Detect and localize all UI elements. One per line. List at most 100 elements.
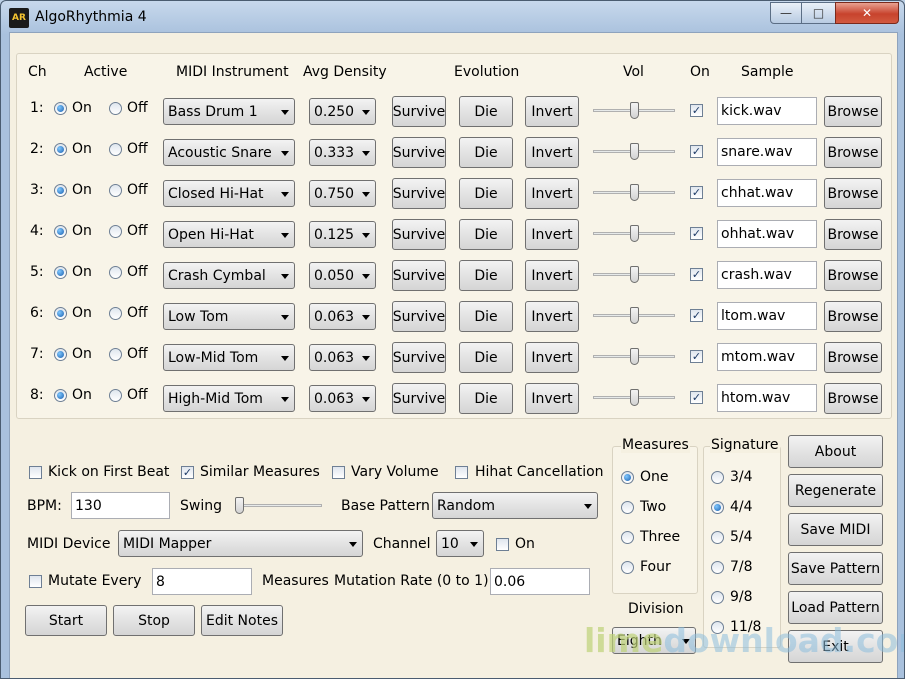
signature-option-label[interactable]: 9/8 bbox=[730, 589, 753, 605]
channel-density-select[interactable]: 0.063 bbox=[309, 303, 376, 330]
swing-thumb[interactable] bbox=[235, 497, 244, 514]
similar-measures-label[interactable]: Similar Measures bbox=[200, 464, 320, 480]
channel-density-select[interactable]: 0.250 bbox=[309, 98, 376, 125]
channel-browse-button[interactable]: Browse bbox=[824, 383, 882, 414]
mutate-every-checkbox[interactable] bbox=[29, 575, 42, 588]
channel-sample-input[interactable]: kick.wav bbox=[717, 97, 817, 125]
mutate-every-label[interactable]: Mutate Every bbox=[48, 573, 141, 589]
channel-active-on-label[interactable]: On bbox=[72, 100, 92, 116]
channel-active-off-label[interactable]: Off bbox=[127, 346, 148, 362]
channel-volume-slider[interactable] bbox=[593, 388, 675, 408]
channel-sample-input[interactable]: htom.wav bbox=[717, 384, 817, 412]
channel-density-select[interactable]: 0.333 bbox=[309, 139, 376, 166]
channel-active-on-radio[interactable] bbox=[54, 143, 67, 156]
channel-active-on-label[interactable]: On bbox=[72, 387, 92, 403]
channel-active-on-radio[interactable] bbox=[54, 184, 67, 197]
measures-option-label[interactable]: One bbox=[640, 469, 669, 485]
channel-browse-button[interactable]: Browse bbox=[824, 219, 882, 250]
regenerate-button[interactable]: Regenerate bbox=[788, 474, 883, 507]
channel-invert-button[interactable]: Invert bbox=[525, 178, 579, 209]
measures-option-label[interactable]: Three bbox=[640, 529, 680, 545]
channel-die-button[interactable]: Die bbox=[459, 301, 513, 332]
title-bar[interactable]: AR AlgoRhythmia 4 — □ ✕ bbox=[1, 1, 904, 33]
channel-active-off-radio[interactable] bbox=[109, 307, 122, 320]
channel-on-checkbox[interactable]: ✓ bbox=[690, 186, 703, 199]
channel-on-label[interactable]: On bbox=[515, 536, 535, 552]
vary-volume-checkbox[interactable] bbox=[332, 466, 345, 479]
similar-measures-checkbox[interactable]: ✓ bbox=[181, 466, 194, 479]
channel-die-button[interactable]: Die bbox=[459, 219, 513, 250]
measures-radio[interactable] bbox=[621, 471, 634, 484]
close-button[interactable]: ✕ bbox=[835, 2, 899, 24]
channel-active-off-radio[interactable] bbox=[109, 348, 122, 361]
volume-thumb[interactable] bbox=[630, 102, 639, 119]
channel-active-off-label[interactable]: Off bbox=[127, 141, 148, 157]
volume-thumb[interactable] bbox=[630, 143, 639, 160]
channel-die-button[interactable]: Die bbox=[459, 178, 513, 209]
channel-active-on-radio[interactable] bbox=[54, 307, 67, 320]
channel-sample-input[interactable]: ltom.wav bbox=[717, 302, 817, 330]
channel-survive-button[interactable]: Survive bbox=[392, 178, 446, 209]
bpm-input[interactable]: 130 bbox=[71, 492, 170, 519]
kick-first-beat-label[interactable]: Kick on First Beat bbox=[48, 464, 169, 480]
channel-active-on-radio[interactable] bbox=[54, 348, 67, 361]
channel-browse-button[interactable]: Browse bbox=[824, 342, 882, 373]
signature-radio[interactable] bbox=[711, 591, 724, 604]
channel-instrument-select[interactable]: Low Tom bbox=[163, 303, 295, 330]
channel-density-select[interactable]: 0.125 bbox=[309, 221, 376, 248]
channel-invert-button[interactable]: Invert bbox=[525, 260, 579, 291]
channel-on-checkbox[interactable]: ✓ bbox=[690, 227, 703, 240]
channel-invert-button[interactable]: Invert bbox=[525, 342, 579, 373]
channel-instrument-select[interactable]: Bass Drum 1 bbox=[163, 98, 295, 125]
channel-invert-button[interactable]: Invert bbox=[525, 219, 579, 250]
start-button[interactable]: Start bbox=[25, 605, 107, 636]
signature-option-label[interactable]: 4/4 bbox=[730, 499, 753, 515]
channel-on-checkbox[interactable]: ✓ bbox=[690, 391, 703, 404]
channel-on-checkbox[interactable]: ✓ bbox=[690, 309, 703, 322]
channel-on-checkbox[interactable]: ✓ bbox=[690, 350, 703, 363]
channel-volume-slider[interactable] bbox=[593, 101, 675, 121]
channel-active-on-label[interactable]: On bbox=[72, 223, 92, 239]
edit-notes-button[interactable]: Edit Notes bbox=[201, 605, 283, 636]
channel-browse-button[interactable]: Browse bbox=[824, 178, 882, 209]
channel-browse-button[interactable]: Browse bbox=[824, 96, 882, 127]
channel-active-off-radio[interactable] bbox=[109, 225, 122, 238]
channel-on-checkbox[interactable]: ✓ bbox=[690, 104, 703, 117]
vary-volume-label[interactable]: Vary Volume bbox=[351, 464, 439, 480]
channel-survive-button[interactable]: Survive bbox=[392, 383, 446, 414]
measures-radio[interactable] bbox=[621, 501, 634, 514]
channel-select[interactable]: 10 bbox=[436, 530, 484, 557]
volume-thumb[interactable] bbox=[630, 389, 639, 406]
volume-thumb[interactable] bbox=[630, 307, 639, 324]
measures-option-label[interactable]: Four bbox=[640, 559, 671, 575]
channel-active-off-label[interactable]: Off bbox=[127, 305, 148, 321]
channel-instrument-select[interactable]: Closed Hi-Hat bbox=[163, 180, 295, 207]
channel-die-button[interactable]: Die bbox=[459, 260, 513, 291]
channel-active-off-label[interactable]: Off bbox=[127, 100, 148, 116]
signature-radio[interactable] bbox=[711, 501, 724, 514]
channel-density-select[interactable]: 0.750 bbox=[309, 180, 376, 207]
channel-on-checkbox[interactable] bbox=[496, 538, 509, 551]
signature-option-label[interactable]: 3/4 bbox=[730, 469, 753, 485]
maximize-button[interactable]: □ bbox=[801, 2, 836, 24]
signature-radio[interactable] bbox=[711, 561, 724, 574]
channel-on-checkbox[interactable]: ✓ bbox=[690, 268, 703, 281]
channel-active-on-radio[interactable] bbox=[54, 389, 67, 402]
channel-sample-input[interactable]: snare.wav bbox=[717, 138, 817, 166]
channel-active-on-label[interactable]: On bbox=[72, 264, 92, 280]
volume-thumb[interactable] bbox=[630, 348, 639, 365]
signature-option-label[interactable]: 7/8 bbox=[730, 559, 753, 575]
channel-sample-input[interactable]: ohhat.wav bbox=[717, 220, 817, 248]
channel-survive-button[interactable]: Survive bbox=[392, 137, 446, 168]
channel-active-on-label[interactable]: On bbox=[72, 346, 92, 362]
channel-on-checkbox[interactable]: ✓ bbox=[690, 145, 703, 158]
channel-browse-button[interactable]: Browse bbox=[824, 260, 882, 291]
channel-active-on-radio[interactable] bbox=[54, 225, 67, 238]
channel-survive-button[interactable]: Survive bbox=[392, 96, 446, 127]
save-pattern-button[interactable]: Save Pattern bbox=[788, 552, 883, 585]
channel-density-select[interactable]: 0.050 bbox=[309, 262, 376, 289]
swing-slider[interactable] bbox=[235, 496, 322, 516]
channel-sample-input[interactable]: chhat.wav bbox=[717, 179, 817, 207]
mutate-every-input[interactable]: 8 bbox=[152, 568, 252, 595]
channel-volume-slider[interactable] bbox=[593, 265, 675, 285]
